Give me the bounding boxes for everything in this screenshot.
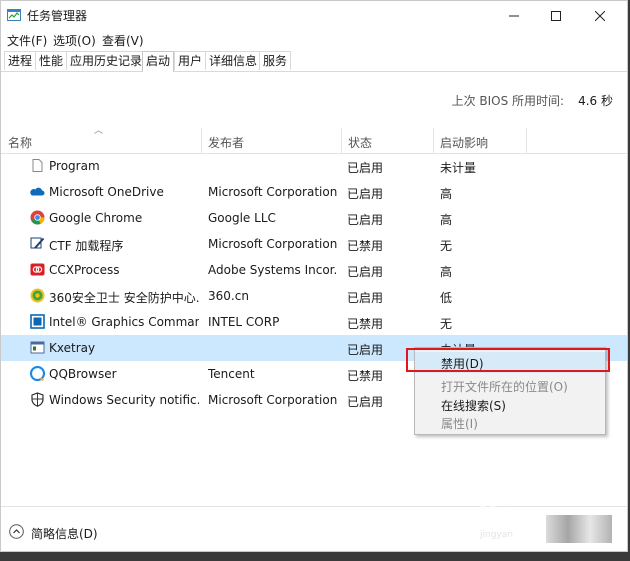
bios-time-label: 上次 BIOS 所用时间:: [451, 94, 565, 108]
row-publisher: Microsoft Corporation: [208, 237, 338, 251]
minimize-button[interactable]: [491, 1, 537, 30]
360-security-icon: [30, 288, 45, 303]
maximize-icon: [551, 10, 561, 21]
column-header-status[interactable]: 状态: [348, 134, 372, 151]
window-title: 任务管理器: [27, 9, 88, 23]
row-name: Microsoft OneDrive: [49, 185, 164, 199]
row-name: QQBrowser: [49, 367, 117, 381]
row-publisher: Microsoft Corporation: [208, 185, 338, 199]
menu-file[interactable]: 文件(F): [7, 32, 47, 49]
maximize-button[interactable]: [533, 1, 579, 30]
row-name: CTF 加载程序: [49, 239, 124, 253]
row-publisher: 360.cn: [208, 289, 249, 303]
row-impact: 高: [440, 213, 453, 227]
table-row[interactable]: Program 已启用 未计量: [1, 153, 627, 179]
blurred-region: [546, 515, 612, 543]
row-status: 已启用: [347, 395, 384, 409]
table-row[interactable]: 360安全卫士 安全防护中心... 360.cn 已启用 低: [1, 283, 627, 309]
intel-graphics-icon: [30, 314, 45, 329]
windows-security-shield-icon: [31, 392, 44, 407]
row-name: Windows Security notific...: [49, 393, 199, 407]
column-header-row: ︿ 名称 发布者 状态 启动影响: [1, 126, 627, 154]
title-bar: 任务管理器: [1, 1, 627, 30]
chevron-up-circle-icon[interactable]: [9, 524, 24, 539]
highlight-box: [406, 348, 610, 372]
row-name: Google Chrome: [49, 211, 143, 225]
tab-app-history[interactable]: 应用历史记录: [66, 51, 147, 70]
table-row[interactable]: Google Chrome Google LLC 已启用 高: [1, 205, 627, 231]
column-divider[interactable]: [526, 128, 527, 153]
context-menu-label: 属性(I): [441, 417, 478, 431]
context-menu-label: 打开文件所在的位置(O): [441, 380, 568, 394]
row-status: 已启用: [347, 291, 384, 305]
column-divider[interactable]: [201, 128, 202, 153]
column-header-publisher[interactable]: 发布者: [208, 134, 244, 151]
fewer-details-link[interactable]: 简略信息(D): [31, 525, 98, 542]
watermark: Bai: [478, 498, 525, 528]
tab-users[interactable]: 用户: [174, 51, 207, 70]
row-status: 已禁用: [347, 239, 384, 253]
close-button[interactable]: [577, 1, 623, 30]
context-menu-open-location[interactable]: 打开文件所在的位置(O): [415, 375, 605, 396]
row-name: Program: [49, 159, 100, 173]
column-divider[interactable]: [341, 128, 342, 153]
menu-options[interactable]: 选项(O): [53, 32, 96, 49]
tab-details[interactable]: 详细信息: [205, 51, 262, 70]
row-name: 360安全卫士 安全防护中心...: [49, 291, 199, 305]
row-impact: 高: [440, 265, 453, 279]
watermark-sub: jingyan: [480, 530, 513, 540]
row-name: Kxetray: [49, 341, 96, 355]
sort-ascending-icon: ︿: [94, 126, 104, 136]
row-publisher: INTEL CORP: [208, 315, 280, 329]
tab-performance[interactable]: 性能: [35, 51, 68, 70]
context-menu-properties[interactable]: 属性(I): [415, 412, 605, 433]
tab-services[interactable]: 服务: [259, 51, 292, 70]
row-publisher: Google LLC: [208, 211, 276, 225]
task-manager-window: 任务管理器 文件(F) 选项(O) 查看(V) 进程 性能 应用历史记录 启动 …: [0, 0, 628, 552]
row-impact: 无: [440, 317, 453, 331]
menu-bar: 文件(F) 选项(O) 查看(V): [1, 30, 627, 50]
table-row[interactable]: CTF 加载程序 Microsoft Corporation 已禁用 无: [1, 231, 627, 257]
close-icon: [595, 10, 605, 21]
column-divider[interactable]: [433, 128, 434, 153]
footer-bar: 简略信息(D): [1, 506, 627, 551]
row-publisher: Adobe Systems Incor...: [208, 263, 338, 277]
table-row[interactable]: Microsoft OneDrive Microsoft Corporation…: [1, 179, 627, 205]
kxetray-app-icon: [30, 341, 45, 354]
row-status: 已禁用: [347, 369, 384, 383]
adobe-cc-icon: [30, 263, 45, 276]
minimize-icon: [509, 15, 519, 16]
table-row[interactable]: CCXProcess Adobe Systems Incor... 已启用 高: [1, 257, 627, 283]
row-status: 已禁用: [347, 317, 384, 331]
task-manager-icon: [7, 9, 21, 21]
column-header-name[interactable]: 名称: [8, 134, 32, 151]
tab-startup[interactable]: 启动: [142, 51, 175, 72]
row-status: 已启用: [347, 187, 384, 201]
row-publisher: Tencent: [208, 367, 255, 381]
row-status: 已启用: [347, 213, 384, 227]
row-name: Intel® Graphics Comman...: [49, 315, 199, 329]
qqbrowser-icon: [30, 366, 45, 381]
menu-view[interactable]: 查看(V): [102, 32, 144, 49]
row-impact: 无: [440, 239, 453, 253]
column-header-impact[interactable]: 启动影响: [440, 134, 488, 151]
row-impact: 高: [440, 187, 453, 201]
tab-processes[interactable]: 进程: [4, 51, 37, 70]
tab-strip: 进程 性能 应用历史记录 启动 用户 详细信息 服务: [1, 51, 627, 72]
ctf-pen-icon: [30, 237, 45, 249]
bios-time: 上次 BIOS 所用时间: 4.6 秒: [452, 92, 613, 109]
bios-time-value: 4.6 秒: [578, 94, 613, 108]
blank-file-icon: [32, 159, 43, 172]
onedrive-cloud-icon: [30, 187, 45, 196]
row-impact: 未计量: [440, 161, 477, 175]
row-status: 已启用: [347, 343, 384, 357]
row-publisher: Microsoft Corporation: [208, 393, 338, 407]
table-row[interactable]: Intel® Graphics Comman... INTEL CORP 已禁用…: [1, 309, 627, 335]
row-status: 已启用: [347, 161, 384, 175]
chrome-icon: [30, 210, 45, 225]
row-name: CCXProcess: [49, 263, 120, 277]
row-status: 已启用: [347, 265, 384, 279]
row-impact: 低: [440, 291, 453, 305]
